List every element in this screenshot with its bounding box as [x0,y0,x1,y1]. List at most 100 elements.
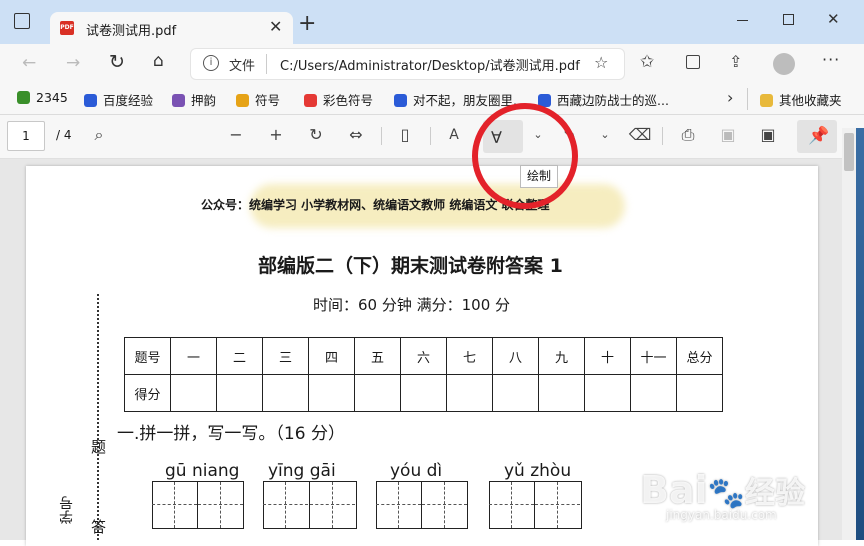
pdf-toolbar: 1 / 4 ⌕ − + ↻ ⇔ ▯ A ∀ ⌄ ✎ ⌄ ⌫ ⎙ ▣ ▣ 📌 [0,115,864,159]
pinyin-1: gū niang [165,461,240,481]
maximize-icon[interactable] [783,14,794,25]
bookmark-2345-icon [17,91,30,104]
fit-page-icon[interactable]: ⇔ [344,125,368,145]
paw-icon: 🐾 [707,476,745,511]
table-cell [354,374,401,412]
watermark-brand2: 经验 [745,476,805,511]
toolbar-divider [430,127,431,145]
zoom-out-icon[interactable]: − [224,125,248,145]
bookmark-xizang[interactable]: 西藏边防战士的巡... [538,90,669,109]
new-tab-icon[interactable]: + [298,13,316,35]
bookmark-yayun[interactable]: 押韵 [172,90,216,109]
desktop-edge [856,128,864,540]
table-cell [216,374,263,412]
table-cell [584,374,631,412]
table-cell: 得分 [124,374,171,412]
page-view-icon[interactable]: ▯ [393,125,417,145]
url-text[interactable]: C:/Users/Administrator/Desktop/试卷测试用.pdf [280,55,580,74]
pencil-icon [236,94,249,107]
highlight-options-chevron-icon[interactable]: ⌄ [593,125,617,145]
binding-line [97,294,99,540]
more-menu-icon[interactable]: ··· [822,50,840,69]
scrollbar-thumb[interactable] [844,133,854,171]
bookmarks-divider [747,88,748,110]
bookmark-caise-icon [304,94,317,107]
bookmark-fuhao[interactable]: 符号 [236,90,280,109]
title-bar: PDF 试卷测试用.pdf ✕ + ✕ [0,0,864,44]
table-cell: 三 [262,337,309,375]
table-cell: 总分 [676,337,723,375]
table-cell: 六 [400,337,447,375]
table-cell [308,374,355,412]
back-icon[interactable]: ← [22,53,36,73]
doc-subtitle: 时间：60 分钟 满分：100 分 [313,296,511,314]
paw-icon [84,94,97,107]
print-icon[interactable]: ⎙ [676,125,700,145]
table-cell [446,374,493,412]
eraser-icon[interactable]: ⌫ [628,125,652,145]
table-cell [170,374,217,412]
pinyin-4: yǔ zhòu [504,461,572,481]
pinyin-3: yóu dì [390,461,443,481]
table-cell [400,374,447,412]
page-total: / 4 [56,128,72,142]
bookmark-2345[interactable]: 2345 [17,90,68,105]
search-icon[interactable]: ⌕ [87,125,111,145]
table-cell: 四 [308,337,355,375]
tab-close-icon[interactable]: ✕ [269,17,282,36]
grid-cell [534,482,580,528]
toolbar-divider [381,127,382,145]
bookmark-caise-fuhao[interactable]: 彩色符号 [304,90,373,109]
save-icon[interactable]: ▣ [716,125,740,145]
toolbar-divider [662,127,663,145]
minimize-icon[interactable] [737,20,748,21]
doc-title: 部编版二（下）期末测试卷附答案 1 [258,255,563,277]
paw-icon [394,94,407,107]
grid-cell [197,482,243,528]
watermark-brand: Bai [640,468,708,512]
table-cell: 九 [538,337,585,375]
rotate-icon[interactable]: ↻ [304,125,328,145]
side-label-xuehao: 学号 [59,496,75,524]
info-icon[interactable]: i [203,55,219,71]
side-label-da: 答 [91,518,107,536]
table-cell [538,374,585,412]
grid-cell [489,482,534,528]
grid-cell [376,482,421,528]
address-bar-row: ← → ↻ ⌂ i 文件 C:/Users/Administrator/Desk… [0,44,864,84]
table-cell: 五 [354,337,401,375]
score-table: 题号 一 二 三 四 五 六 七 八 九 十 十一 总分 得分 [124,337,723,412]
add-favorite-icon[interactable]: ☆ [594,53,608,72]
address-box[interactable]: i 文件 C:/Users/Administrator/Desktop/试卷测试… [191,49,624,79]
share-icon[interactable]: ⇪ [729,52,742,71]
table-cell: 一 [170,337,217,375]
pin-icon: 📌 [808,126,830,146]
zoom-in-icon[interactable]: + [264,125,288,145]
table-cell [492,374,539,412]
writing-grid [263,481,357,529]
folder-icon [760,94,773,107]
home-icon[interactable]: ⌂ [153,51,164,71]
pin-toolbar-button[interactable]: 📌 [797,120,837,153]
save-as-icon[interactable]: ▣ [756,125,780,145]
page-number-input[interactable]: 1 [7,121,45,151]
table-cell [262,374,309,412]
browser-tab[interactable]: PDF 试卷测试用.pdf ✕ [50,12,293,44]
chevron-right-icon[interactable]: › [727,88,733,107]
collections-icon[interactable] [686,55,700,69]
profile-avatar[interactable] [773,53,795,75]
favorites-icon[interactable]: ✩ [640,52,654,72]
forward-icon[interactable]: → [66,53,80,73]
refresh-icon[interactable]: ↻ [109,51,125,73]
table-cell: 二 [216,337,263,375]
table-cell [676,374,723,412]
grid-cell [421,482,467,528]
tab-actions-icon[interactable] [14,13,30,29]
read-aloud-icon[interactable]: A [442,125,466,145]
bookmark-baidu-jingyan[interactable]: 百度经验 [84,90,153,109]
baidu-jingyan-watermark: Bai🐾经验 jingyan.baidu.com [640,468,850,538]
bookmarks-bar: 2345 百度经验 押韵 符号 彩色符号 对不起，朋友圈里... 西藏边防战士的… [0,84,864,115]
window-close-icon[interactable]: ✕ [827,10,840,28]
table-cell: 十 [584,337,631,375]
other-favorites[interactable]: 其他收藏夹 [760,90,842,109]
